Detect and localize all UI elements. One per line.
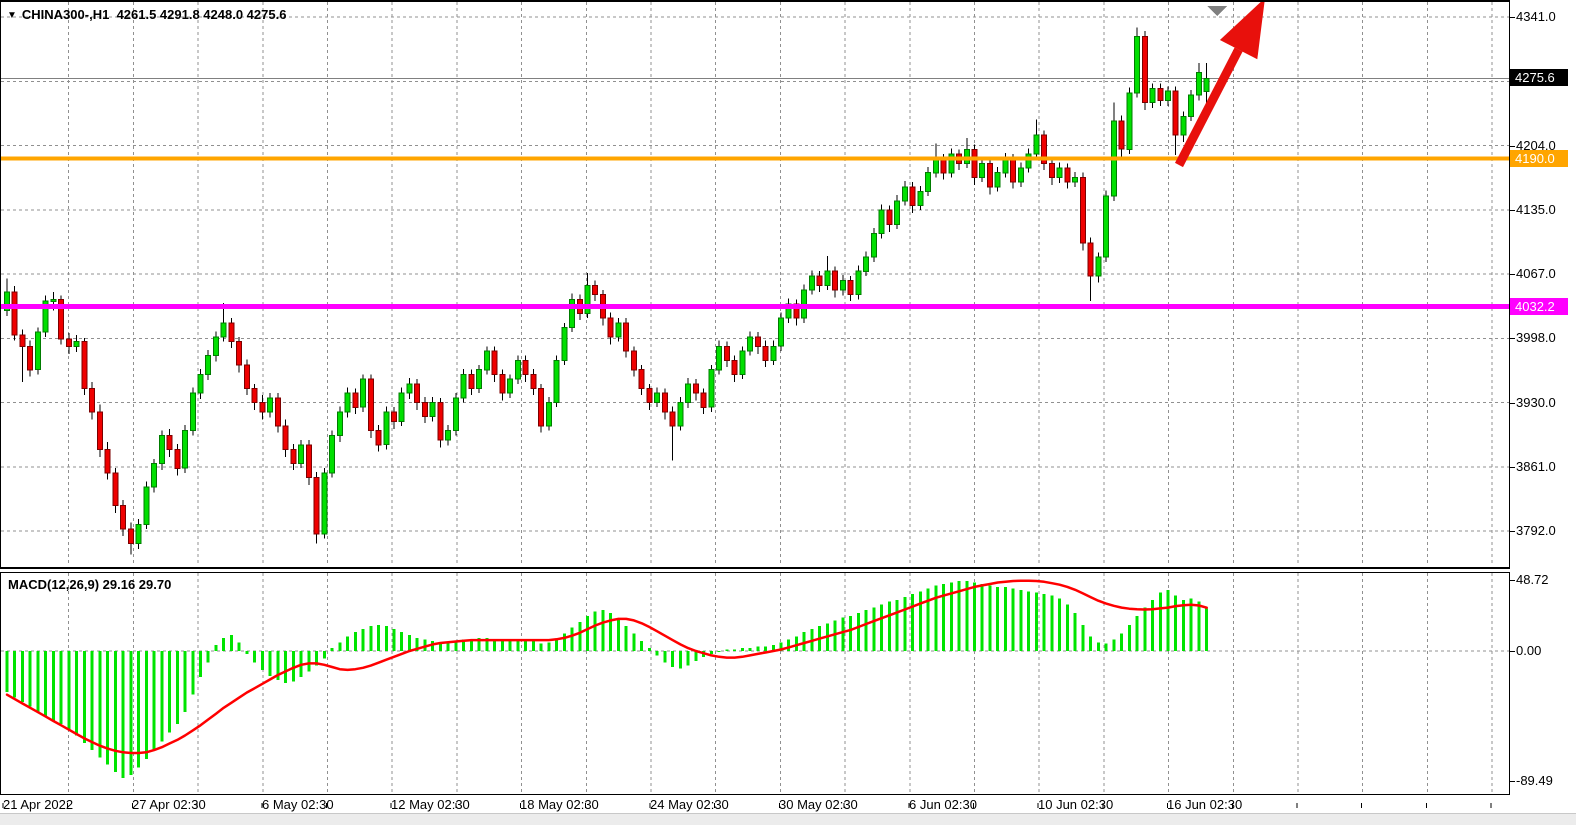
symbol-dropdown-icon[interactable]: ▼ (7, 10, 17, 21)
axis-tick (1510, 531, 1515, 532)
trend-arrow-up-icon (1179, 2, 1265, 165)
time-axis[interactable]: 21 Apr 2022 27 Apr 02:30 6 May 02:30 12 May… (0, 796, 1510, 813)
axis-tick (1510, 17, 1515, 18)
price-axis-label: 4067.0 (1516, 266, 1556, 281)
chart-title: ▼ CHINA300-,H1 4261.5 4291.8 4248.0 4275.… (7, 7, 286, 22)
ohlc-values: 4261.5 4291.8 4248.0 4275.6 (117, 7, 287, 22)
price-axis-label: 3998.0 (1516, 330, 1556, 345)
time-axis-label: 12 May 02:30 (391, 797, 470, 812)
axis-tick (1510, 580, 1515, 581)
price-axis-label: 3861.0 (1516, 459, 1556, 474)
time-axis-label: 10 Jun 02:30 (1038, 797, 1113, 812)
axis-tick (1510, 651, 1515, 652)
time-axis-label: 16 Jun 02:30 (1167, 797, 1242, 812)
time-axis-label: 24 May 02:30 (650, 797, 729, 812)
time-axis-label: 6 May 02:30 (262, 797, 334, 812)
price-badge-4275.6: 4275.6 (1510, 69, 1568, 86)
price-axis-label: 4341.0 (1516, 9, 1556, 24)
macd-axis-label: 0.00 (1516, 643, 1541, 658)
chart-shift-triangle-icon (1207, 6, 1227, 16)
time-axis-ticks (0, 803, 1510, 809)
macd-axis-label: -89.49 (1516, 773, 1553, 788)
price-axis-label: 3792.0 (1516, 523, 1556, 538)
price-axis-label: 4135.0 (1516, 202, 1556, 217)
price-axis-label: 3930.0 (1516, 395, 1556, 410)
axis-tick (1510, 210, 1515, 211)
symbol-period-label: CHINA300-,H1 (22, 7, 109, 22)
price-chart-pane[interactable]: ▼ CHINA300-,H1 4261.5 4291.8 4248.0 4275.… (0, 0, 1510, 567)
macd-axis-label: 48.72 (1516, 572, 1549, 587)
price-axis[interactable]: 4341.04204.04135.04067.03998.03930.03861… (1510, 0, 1576, 813)
macd-indicator-label: MACD(12,26,9) 29.16 29.70 (8, 577, 171, 592)
time-axis-label: 30 May 02:30 (779, 797, 858, 812)
axis-tick (1510, 338, 1515, 339)
time-axis-label: 27 Apr 02:30 (132, 797, 206, 812)
candlestick-chart-canvas[interactable] (1, 2, 1509, 565)
macd-signal-line (7, 581, 1207, 753)
axis-tick (1510, 781, 1515, 782)
axis-tick (1510, 274, 1515, 275)
axis-tick (1510, 146, 1515, 147)
time-axis-label: 21 Apr 2022 (3, 797, 73, 812)
price-badge-4032.2: 4032.2 (1510, 298, 1568, 315)
axis-tick (1510, 467, 1515, 468)
mt4-chart-window: ▼ CHINA300-,H1 4261.5 4291.8 4248.0 4275.… (0, 0, 1576, 825)
macd-chart-canvas[interactable] (1, 573, 1509, 793)
time-axis-label: 6 Jun 02:30 (909, 797, 977, 812)
time-axis-label: 18 May 02:30 (520, 797, 599, 812)
price-badge-4190.0: 4190.0 (1510, 150, 1568, 167)
status-strip (0, 813, 1576, 825)
macd-indicator-pane[interactable]: MACD(12,26,9) 29.16 29.70 (0, 573, 1510, 795)
axis-tick (1510, 403, 1515, 404)
